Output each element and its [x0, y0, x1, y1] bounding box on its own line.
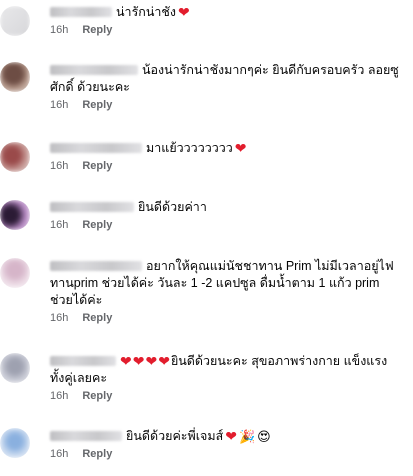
reply-button[interactable]: Reply	[82, 312, 112, 324]
comment-text: ยินดีด้วยค่ะพี่เจมส์	[126, 429, 224, 443]
comment-time: 16h	[50, 160, 69, 172]
avatar[interactable]	[0, 353, 30, 383]
heart-icon: ❤	[145, 353, 158, 369]
comment-text: น่ารักน่าชัง	[116, 5, 176, 19]
party-popper-icon: 🎉	[238, 429, 256, 444]
reply-button[interactable]: Reply	[82, 390, 112, 402]
avatar[interactable]	[0, 62, 30, 92]
reply-button[interactable]: Reply	[82, 160, 112, 172]
comment-time: 16h	[50, 448, 69, 460]
reply-button[interactable]: Reply	[82, 448, 112, 460]
heart-eyes-emoji-icon: 😍	[257, 429, 271, 444]
comment-text: ยินดีด้วยค่าา	[138, 200, 207, 214]
comment-text: มาแย้วววววววว	[146, 141, 233, 155]
commenter-name-blurred[interactable]	[50, 7, 112, 17]
comment-time: 16h	[50, 390, 69, 402]
comment-time: 16h	[50, 219, 69, 231]
comment-time: 16h	[50, 99, 69, 111]
reply-button[interactable]: Reply	[82, 24, 112, 36]
commenter-name-blurred[interactable]	[50, 431, 122, 441]
heart-icon: ❤	[234, 140, 247, 156]
comment-time: 16h	[50, 312, 69, 324]
hearts-group: ❤❤❤❤	[120, 354, 171, 368]
heart-icon: ❤	[120, 353, 132, 369]
comment-time: 16h	[50, 24, 69, 36]
commenter-name-blurred[interactable]	[50, 65, 138, 75]
reply-button[interactable]: Reply	[82, 219, 112, 231]
heart-icon: ❤	[158, 353, 170, 369]
avatar[interactable]	[0, 142, 30, 172]
commenter-name-blurred[interactable]	[50, 356, 116, 366]
heart-icon: ❤	[132, 353, 145, 369]
commenter-name-blurred[interactable]	[50, 202, 134, 212]
heart-icon: ❤	[225, 428, 237, 444]
commenter-name-blurred[interactable]	[50, 261, 142, 271]
avatar[interactable]	[0, 258, 30, 288]
avatar[interactable]	[0, 200, 30, 230]
avatar[interactable]	[0, 428, 30, 458]
heart-icon: ❤	[178, 4, 190, 20]
avatar[interactable]	[0, 6, 30, 36]
commenter-name-blurred[interactable]	[50, 143, 142, 153]
reply-button[interactable]: Reply	[82, 99, 112, 111]
